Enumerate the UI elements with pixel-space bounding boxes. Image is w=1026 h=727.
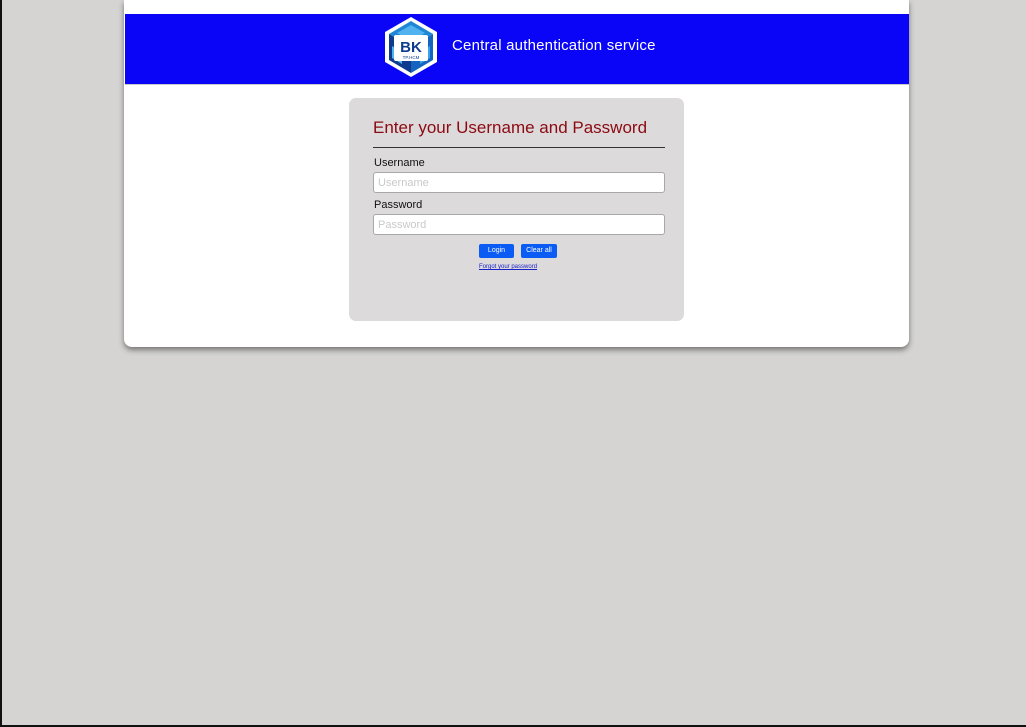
username-label: Username <box>374 157 425 169</box>
forgot-password-link[interactable]: Forgot your password <box>479 264 537 270</box>
password-input[interactable] <box>373 214 665 235</box>
login-form: Enter your Username and Password Usernam… <box>349 98 684 321</box>
clear-all-button[interactable]: Clear all <box>521 244 557 258</box>
heading-divider <box>373 147 665 148</box>
main-card: BK TP.HCM Central authentication service… <box>124 0 909 347</box>
logo-subtext: TP.HCM <box>403 55 420 60</box>
university-logo-icon: BK TP.HCM <box>385 17 437 77</box>
login-button[interactable]: Login <box>479 244 514 258</box>
page-background: BK TP.HCM Central authentication service… <box>0 0 1026 727</box>
login-heading: Enter your Username and Password <box>373 118 648 137</box>
service-title: Central authentication service <box>452 37 656 54</box>
logo-text: BK <box>400 39 422 56</box>
username-input[interactable] <box>373 172 665 193</box>
password-label: Password <box>374 199 423 211</box>
header-banner: BK TP.HCM Central authentication service <box>125 14 909 85</box>
